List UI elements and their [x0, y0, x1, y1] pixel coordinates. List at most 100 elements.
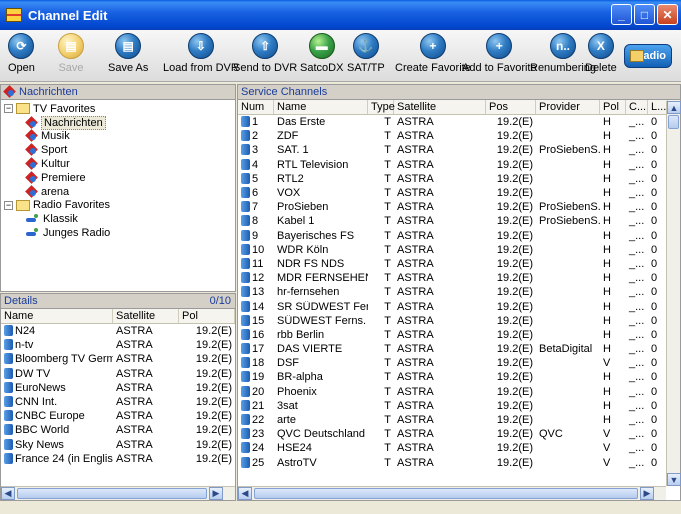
service-row[interactable]: 19 BR-alpha T ASTRA 19.2(E) H _... 0 [238, 370, 680, 384]
scroll-right-icon[interactable]: ▶ [209, 487, 223, 500]
service-row[interactable]: 7 ProSieben T ASTRA 19.2(E)ProSiebenS...H _..… [238, 200, 680, 214]
details-row[interactable]: EuroNews ASTRA 19.2(E) [1, 381, 235, 395]
column-header-5[interactable]: Pos [486, 100, 536, 114]
tree-item-sport[interactable]: Sport [1, 143, 235, 157]
service-row[interactable]: 15 SÜDWEST Ferns. BW T ASTRA 19.2(E) H _... 0 [238, 314, 680, 328]
service-row[interactable]: 16 rbb Berlin T ASTRA 19.2(E) H _... 0 [238, 328, 680, 342]
load-from-dvr-button[interactable]: ⇩ Load from DVR [163, 33, 239, 74]
tree-item-radio-favorites[interactable]: − Radio Favorites [1, 199, 235, 213]
column-header-8[interactable]: C... [626, 100, 648, 114]
service-cell-text: _... [629, 286, 645, 299]
column-header-3[interactable]: Pol [179, 309, 235, 323]
title-bar[interactable]: Channel Edit _ □ ✕ [0, 0, 681, 30]
service-row[interactable]: 10 WDR Köln T ASTRA 19.2(E) H _... 0 [238, 243, 680, 257]
service-cell-text: T [384, 314, 391, 327]
column-header-1[interactable]: Num [238, 100, 274, 114]
details-row[interactable]: France 24 (in English) ASTRA 19.2(E) [1, 452, 235, 466]
details-row[interactable]: n-tv ASTRA 19.2(E) [1, 338, 235, 352]
column-header-2[interactable]: Satellite [113, 309, 179, 323]
collapse-icon[interactable]: − [4, 104, 13, 114]
service-row[interactable]: 6 VOX T ASTRA 19.2(E) H _... 0 [238, 186, 680, 200]
details-cell-text: 19.2(E) [195, 410, 232, 423]
scroll-up-icon[interactable]: ▲ [667, 101, 681, 114]
service-row[interactable]: 18 DSF T ASTRA 19.2(E) V _... 0 [238, 356, 680, 370]
service-row[interactable]: 9 Bayerisches FS T ASTRA 19.2(E) H _... 0 [238, 229, 680, 243]
load-dvr-icon: ⇩ [187, 33, 214, 59]
create-favorite-button[interactable]: + Create Favorite [395, 33, 471, 74]
save-as-button[interactable]: ▤ Save As [108, 33, 148, 74]
service-cell-text: RTL2 [277, 172, 304, 185]
scroll-left-icon[interactable]: ◀ [1, 487, 15, 500]
close-button[interactable]: ✕ [657, 4, 678, 25]
send-to-dvr-button[interactable]: ⇧ Send to DVR [233, 33, 297, 74]
details-row[interactable]: CNBC Europe ASTRA 19.2(E) [1, 409, 235, 423]
scroll-down-icon[interactable]: ▼ [667, 473, 681, 486]
open-button[interactable]: ⟳ Open [8, 33, 35, 74]
column-header-9[interactable]: L... [648, 100, 668, 114]
collapse-icon[interactable]: − [4, 200, 13, 210]
tree-item-arena[interactable]: arena [1, 185, 235, 199]
column-header-1[interactable]: Name [1, 309, 113, 323]
tree-item-klassik[interactable]: Klassik [1, 212, 235, 226]
service-row[interactable]: 5 RTL2 T ASTRA 19.2(E) H _... 0 [238, 172, 680, 186]
service-row[interactable]: 24 HSE24 T ASTRA 19.2(E) V _... 0 [238, 441, 680, 455]
radio-button[interactable]: Radio [624, 44, 672, 68]
column-header-6[interactable]: Provider [536, 100, 600, 114]
scroll-left-icon[interactable]: ◀ [238, 487, 252, 500]
service-row[interactable]: 13 hr-fernsehen T ASTRA 19.2(E) H _... 0 [238, 285, 680, 299]
service-row[interactable]: 22 arte T ASTRA 19.2(E) H _... 0 [238, 413, 680, 427]
service-row[interactable]: 17 DAS VIERTE T ASTRA 19.2(E) BetaDigital H _..… [238, 342, 680, 356]
services-column-header: Num Name Type Satellite Pos Provider Pol C... L.… [238, 100, 680, 115]
service-cell-text: _... [629, 385, 645, 398]
services-horizontal-scrollbar[interactable]: ◀ ▶ [238, 486, 666, 500]
service-cell-text: 19.2(E) [496, 371, 533, 384]
details-row[interactable]: CNN Int. ASTRA 19.2(E) [1, 395, 235, 409]
service-row[interactable]: 2 ZDF T ASTRA 19.2(E) H _... 0 [238, 129, 680, 143]
service-row[interactable]: 8 Kabel 1 T ASTRA 19.2(E)ProSiebenS...H _... 0 [238, 214, 680, 228]
details-horizontal-scrollbar[interactable]: ◀ ▶ [1, 486, 235, 500]
services-scroll-thumb[interactable] [668, 115, 679, 129]
details-row[interactable]: Sky News ASTRA 19.2(E) [1, 438, 235, 452]
column-header-3[interactable]: Type [368, 100, 395, 114]
column-header-7[interactable]: Pol [600, 100, 626, 114]
minimize-button[interactable]: _ [611, 4, 632, 25]
details-row[interactable]: Bloomberg TV GermanyASTRA 19.2(E) [1, 352, 235, 366]
details-row[interactable]: BBC World ASTRA 19.2(E) [1, 423, 235, 437]
services-scroll-thumb-h[interactable] [254, 488, 638, 499]
service-row[interactable]: 3 SAT. 1 T ASTRA 19.2(E)ProSiebenS...H _... 0 [238, 143, 680, 157]
column-header-4[interactable]: Satellite [394, 100, 486, 114]
service-row[interactable]: 25 AstroTV T ASTRA 19.2(E) V _... 0 [238, 456, 680, 470]
service-cell-text: SAT. 1 [277, 144, 309, 157]
tree-item-premiere[interactable]: Premiere [1, 171, 235, 185]
add-to-favorite-button[interactable]: + Add to Favorite [462, 33, 537, 74]
service-cell-text: ASTRA [397, 229, 434, 242]
tree-item-tv-favorites[interactable]: − TV Favorites [1, 102, 235, 116]
service-cell-text: 0 [651, 116, 658, 129]
service-row[interactable]: 11 NDR FS NDS T ASTRA 19.2(E) H _... 0 [238, 257, 680, 271]
tree-item-junges-radio[interactable]: Junges Radio [1, 226, 235, 240]
details-row[interactable]: DW TV ASTRA 19.2(E) [1, 367, 235, 381]
scroll-right-icon[interactable]: ▶ [640, 487, 654, 500]
service-cell-text: T [384, 328, 391, 341]
details-row[interactable]: N24 ASTRA 19.2(E) [1, 324, 235, 338]
toolbar-button-label: Create Favorite [395, 62, 471, 74]
save-button[interactable]: ▤ Save [58, 33, 84, 74]
delete-button[interactable]: X Delete [585, 33, 617, 74]
tree-item-musik[interactable]: Musik [1, 130, 235, 144]
tree-item-nachrichten[interactable]: Nachrichten [1, 115, 235, 130]
tree-item-kultur[interactable]: Kultur [1, 157, 235, 171]
service-row[interactable]: 20 Phoenix T ASTRA 19.2(E) H _... 0 [238, 385, 680, 399]
service-row[interactable]: 23 QVC Deutschland T ASTRA 19.2(E) QVC V _... 0 [238, 427, 680, 441]
service-row[interactable]: 12 MDR FERNSEHEN T ASTRA 19.2(E) H _... 0 [238, 271, 680, 285]
satcodx-button[interactable]: ▬ SatcoDX [300, 33, 343, 74]
service-row[interactable]: 1 Das Erste T ASTRA 19.2(E) H _... 0 [238, 115, 680, 129]
service-row[interactable]: 4 RTL Television T ASTRA 19.2(E) H _... 0 [238, 158, 680, 172]
services-vertical-scrollbar[interactable]: ▲ ▼ [666, 101, 681, 486]
service-row[interactable]: 14 SR SÜDWEST Ferns. T ASTRA 19.2(E) H _... 0 [238, 299, 680, 313]
sat-tp-button[interactable]: ⚓ SAT/TP [347, 33, 385, 74]
details-scroll-thumb[interactable] [17, 488, 207, 499]
service-cell-text: T [384, 272, 391, 285]
maximize-button[interactable]: □ [634, 4, 655, 25]
column-header-2[interactable]: Name [274, 100, 368, 114]
service-row[interactable]: 21 3sat T ASTRA 19.2(E) H _... 0 [238, 399, 680, 413]
